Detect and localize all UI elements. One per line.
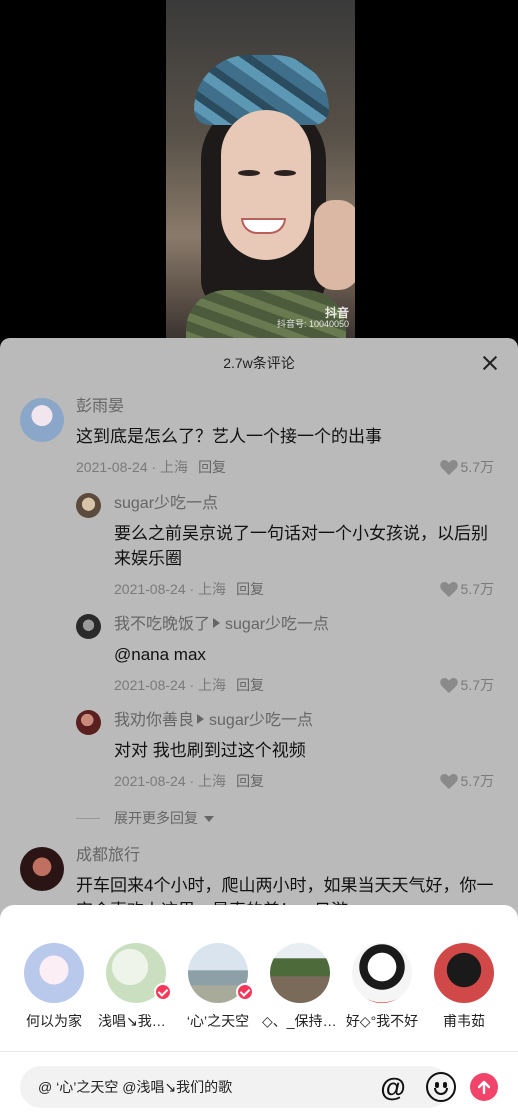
friend-item[interactable]: ◇、_保持微笑 (262, 943, 338, 1031)
divider (76, 817, 100, 819)
reply-button[interactable]: 回复 (236, 677, 264, 693)
avatar[interactable] (20, 847, 64, 891)
share-sheet[interactable]: 何以为家 浅唱↘我们的歌 ‘心’之天空 ◇、_保持微笑 好◇°我不好 甫韦茹 @… (0, 905, 518, 1119)
reply-to-arrow-icon (213, 618, 221, 628)
friend-name: ◇、_保持微笑 (262, 1013, 338, 1029)
reply-meta: 2021-08-24 · 上海 回复 5.7万 (114, 579, 494, 599)
share-friend-list: 何以为家 浅唱↘我们的歌 ‘心’之天空 ◇、_保持微笑 好◇°我不好 甫韦茹 (0, 905, 518, 1031)
reply-item[interactable]: 我劝你善良 sugar少吃一点 对对 我也刷到过这个视频 2021-08-24 ·… (0, 710, 518, 791)
reply-author[interactable]: 我劝你善良 sugar少吃一点 (114, 710, 494, 732)
avatar[interactable] (76, 710, 101, 735)
comment-item[interactable]: 彭雨晏 这到底是怎么了？艺人一个接一个的出事 2021-08-24 · 上海 回复… (0, 396, 518, 477)
reply-author[interactable]: 我不吃晚饭了 sugar少吃一点 (114, 614, 494, 636)
friend-name: ‘心’之天空 (186, 1013, 250, 1029)
mention-at-icon[interactable]: @ (380, 1074, 406, 1100)
friend-name: 好◇°我不好 (345, 1013, 419, 1029)
like-button[interactable]: 5.7万 (439, 579, 494, 599)
message-input-bar: @ ‘心’之天空 @浅唱↘我们的歌 @ (0, 1051, 518, 1119)
chevron-down-icon (204, 816, 214, 822)
watermark-id: 抖音号: 10040050 (276, 319, 349, 329)
comment-count-title: 2.7w条评论 (223, 355, 295, 371)
like-button[interactable]: 5.7万 (439, 771, 494, 791)
friend-item[interactable]: 何以为家 (16, 943, 92, 1031)
selected-check-icon (236, 983, 254, 1001)
emoji-icon[interactable] (426, 1072, 456, 1102)
friend-item[interactable]: 浅唱↘我们的歌 (98, 943, 174, 1031)
reply-meta: 2021-08-24 · 上海 回复 5.7万 (114, 675, 494, 695)
message-input-value[interactable]: @ ‘心’之天空 @浅唱↘我们的歌 (38, 1077, 232, 1097)
comment-panel-header: 2.7w条评论 (0, 338, 518, 388)
avatar (352, 943, 412, 1003)
heart-icon (439, 774, 458, 790)
video-subject-face (221, 110, 311, 260)
video-player[interactable]: 抖音 抖音号: 10040050 (0, 0, 518, 338)
video-subject-eye (274, 170, 296, 176)
heart-icon (439, 582, 458, 598)
friend-name: 浅唱↘我们的歌 (98, 1013, 174, 1029)
friend-item[interactable]: ‘心’之天空 (180, 943, 256, 1031)
arrow-up-icon (477, 1080, 491, 1095)
expand-replies[interactable]: 展开更多回复 (0, 803, 518, 833)
expand-replies-label[interactable]: 展开更多回复 (114, 808, 198, 828)
reply-author-name[interactable]: 我不吃晚饭了 (114, 616, 210, 633)
reply-time: 2021-08-24 · 上海 (114, 677, 227, 693)
reply-text: 要么之前吴京说了一句话对一个小女孩说，以后别来娱乐圈 (114, 524, 488, 568)
comment-meta: 2021-08-24 · 上海 回复 5.7万 (76, 457, 494, 477)
reply-button[interactable]: 回复 (236, 581, 264, 597)
heart-icon (439, 460, 458, 476)
comment-text: 这到底是怎么了？艺人一个接一个的出事 (76, 427, 382, 446)
video-watermark: 抖音 抖音号: 10040050 (276, 306, 349, 330)
send-button[interactable] (470, 1073, 498, 1101)
friend-item[interactable]: 好◇°我不好 (344, 943, 420, 1031)
avatar (270, 943, 330, 1003)
message-input[interactable]: @ ‘心’之天空 @浅唱↘我们的歌 @ (20, 1066, 456, 1108)
like-button[interactable]: 5.7万 (439, 675, 494, 695)
like-button[interactable]: 5.7万 (439, 457, 494, 477)
reply-to-arrow-icon (197, 714, 205, 724)
selected-check-icon (154, 983, 172, 1001)
friend-name: 何以为家 (26, 1013, 82, 1029)
like-count: 5.7万 (460, 773, 494, 789)
reply-button[interactable]: 回复 (198, 459, 226, 475)
video-subject-hand (314, 200, 355, 290)
comment-author[interactable]: 成都旅行 (76, 845, 494, 867)
reply-text: 对对 我也刷到过这个视频 (114, 741, 306, 760)
reply-time: 2021-08-24 · 上海 (114, 581, 227, 597)
friend-name: 甫韦茹 (443, 1013, 485, 1029)
reply-button[interactable]: 回复 (236, 773, 264, 789)
reply-meta: 2021-08-24 · 上海 回复 5.7万 (114, 771, 494, 791)
reply-author[interactable]: sugar少吃一点 (114, 493, 494, 515)
tiktok-logo-icon: 抖音 (324, 306, 349, 320)
avatar[interactable] (76, 493, 101, 518)
avatar[interactable] (20, 398, 64, 442)
avatar (24, 943, 84, 1003)
heart-icon (439, 678, 458, 694)
avatar (434, 943, 494, 1003)
reply-item[interactable]: 我不吃晚饭了 sugar少吃一点 @nana max 2021-08-24 · 上… (0, 614, 518, 695)
video-frame: 抖音 抖音号: 10040050 (166, 0, 355, 338)
close-icon[interactable] (478, 351, 502, 375)
reply-item[interactable]: sugar少吃一点 要么之前吴京说了一句话对一个小女孩说，以后别来娱乐圈 202… (0, 493, 518, 599)
reply-target-name[interactable]: sugar少吃一点 (225, 616, 329, 633)
avatar[interactable] (76, 614, 101, 639)
comment-time: 2021-08-24 · 上海 (76, 459, 189, 475)
video-subject-eye (238, 170, 260, 176)
comment-author[interactable]: 彭雨晏 (76, 396, 494, 418)
friend-item[interactable]: 甫韦茹 (426, 943, 502, 1031)
reply-author-name[interactable]: 我劝你善良 (114, 712, 194, 729)
like-count: 5.7万 (460, 459, 494, 475)
reply-target-name[interactable]: sugar少吃一点 (209, 712, 313, 729)
reply-time: 2021-08-24 · 上海 (114, 773, 227, 789)
reply-text: @nana max (114, 645, 206, 664)
like-count: 5.7万 (460, 581, 494, 597)
like-count: 5.7万 (460, 677, 494, 693)
